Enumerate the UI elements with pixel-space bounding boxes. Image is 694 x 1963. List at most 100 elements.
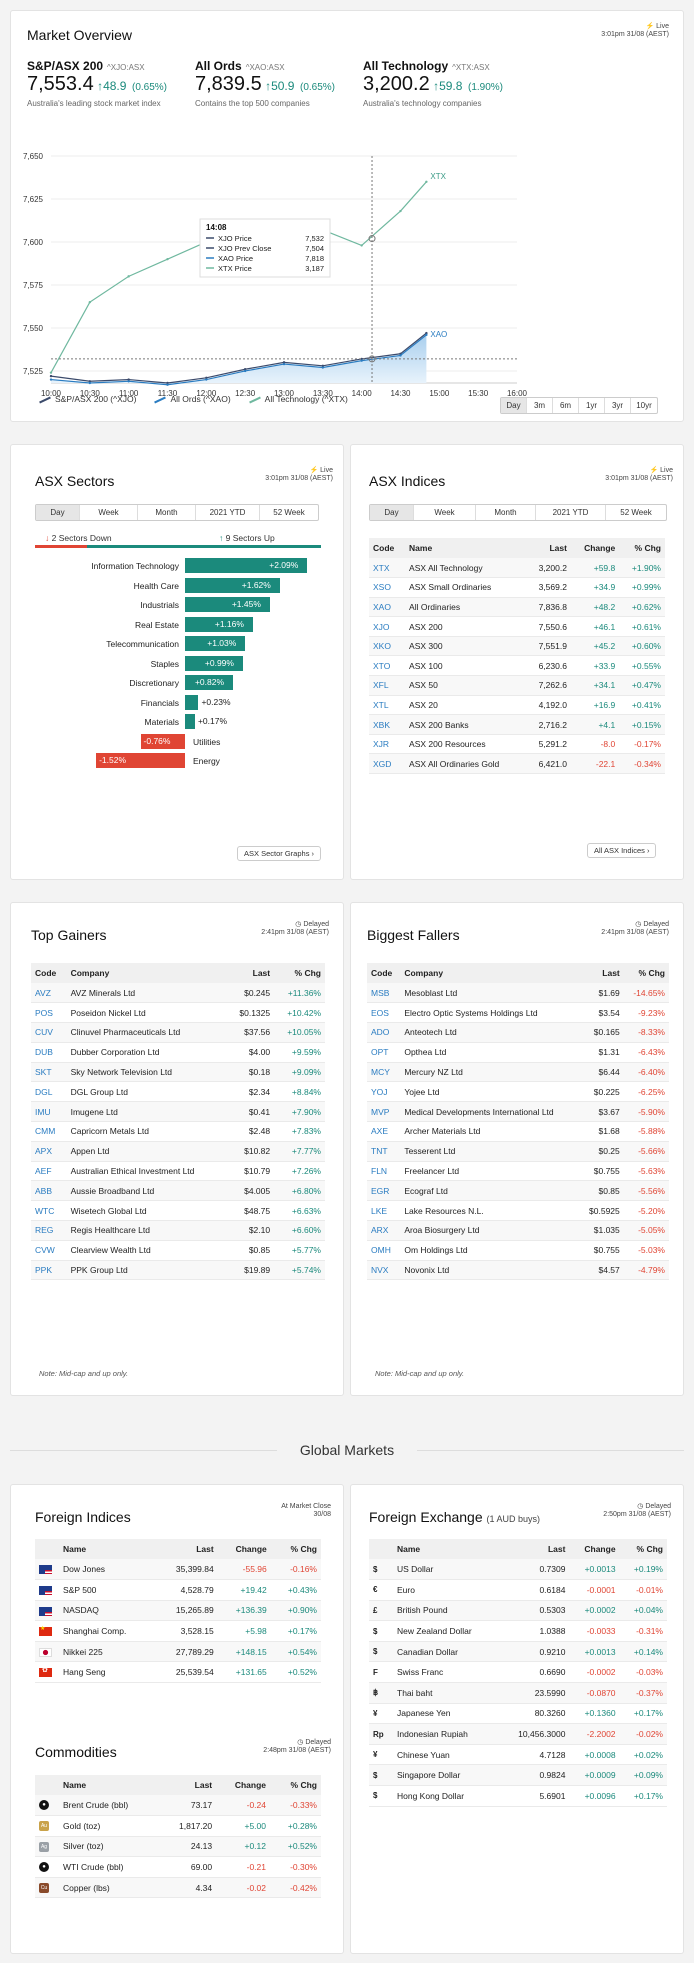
range-10yr[interactable]: 10yr xyxy=(631,398,657,413)
table-row[interactable]: ¥ Japanese Yen 80.3260 +0.1360 +0.17% xyxy=(369,1703,667,1725)
index-code[interactable]: XSO xyxy=(369,577,406,598)
column-header[interactable]: % Chg xyxy=(619,1539,667,1559)
range-day[interactable]: Day xyxy=(501,398,527,413)
column-header[interactable]: % Chg xyxy=(274,963,325,983)
table-row[interactable]: APX Appen Ltd $10.82 +7.77% xyxy=(31,1141,325,1162)
stock-code[interactable]: AEF xyxy=(31,1161,67,1182)
column-header[interactable]: Name xyxy=(393,1539,499,1559)
index-code[interactable]: XFL xyxy=(369,675,406,696)
table-row[interactable]: Dow Jones 35,399.84 -55.96 -0.16% xyxy=(35,1559,321,1581)
sector-row[interactable]: +1.16% Real Estate xyxy=(11,616,345,634)
sector-row[interactable]: -0.76% Utilities xyxy=(11,733,345,751)
table-row[interactable]: XGD ASX All Ordinaries Gold 6,421.0 -22.1 -0… xyxy=(369,753,665,775)
sector-row[interactable]: +0.82% Discretionary xyxy=(11,674,345,692)
table-row[interactable]: CUV Clinuvel Pharmaceuticals Ltd $37.56 +10… xyxy=(31,1022,325,1043)
index-code[interactable]: XBK xyxy=(369,714,406,735)
stock-code[interactable]: FLN xyxy=(367,1161,401,1182)
table-row[interactable]: DGL DGL Group Ltd $2.34 +8.84% xyxy=(31,1081,325,1103)
table-row[interactable]: XKO ASX 300 7,551.9 +45.2 +0.60% xyxy=(369,636,665,657)
tab-2021-ytd[interactable]: 2021 YTD xyxy=(536,505,606,520)
index-code[interactable]: XTX xyxy=(369,558,406,579)
range-selector[interactable]: Day 3m 6m 1yr 3yr 10yr xyxy=(500,397,658,414)
range-1yr[interactable]: 1yr xyxy=(579,398,605,413)
column-header[interactable]: Change xyxy=(569,1539,620,1559)
table-row[interactable]: ★ Shanghai Comp. 3,528.15 +5.98 +0.17% xyxy=(35,1620,321,1642)
table-row[interactable]: IMU Imugene Ltd $0.41 +7.90% xyxy=(31,1101,325,1123)
index-code[interactable]: XTL xyxy=(369,695,406,716)
legend-item[interactable]: All Ords (^XAO) xyxy=(154,394,231,404)
table-row[interactable]: SKT Sky Network Television Ltd $0.18 +9.09% xyxy=(31,1062,325,1083)
tab-day[interactable]: Day xyxy=(370,505,414,520)
asx-sector-graphs-button[interactable]: ASX Sector Graphs › xyxy=(237,846,322,861)
indices-period-tabs[interactable]: Day Week Month 2021 YTD 52 Week xyxy=(369,504,667,521)
stock-code[interactable]: REG xyxy=(31,1220,67,1241)
stock-code[interactable]: AXE xyxy=(367,1121,401,1142)
sector-row[interactable]: +1.62% Health Care xyxy=(11,577,345,595)
sector-row[interactable]: +1.45% Industrials xyxy=(11,596,345,614)
table-row[interactable]: OPT Opthea Ltd $1.31 -6.43% xyxy=(367,1042,669,1063)
stock-code[interactable]: MVP xyxy=(367,1101,401,1123)
table-row[interactable]: CVW Clearview Wealth Ltd $0.85 +5.77% xyxy=(31,1240,325,1261)
all-asx-indices-button[interactable]: All ASX Indices › xyxy=(587,843,657,858)
index-code[interactable]: XJO xyxy=(369,616,406,637)
stock-code[interactable]: TNT xyxy=(367,1141,401,1162)
table-row[interactable]: S&P 500 4,528.79 +19.42 +0.43% xyxy=(35,1579,321,1601)
table-row[interactable]: Rp Indonesian Rupiah 10,456.3000 -2.2002 -0.… xyxy=(369,1723,667,1745)
stock-code[interactable]: OPT xyxy=(367,1042,401,1063)
table-row[interactable]: ¥ Chinese Yuan 4.7128 +0.0008 +0.02% xyxy=(369,1744,667,1766)
sector-row[interactable]: +2.09% Information Technology xyxy=(11,557,345,575)
sectors-period-tabs[interactable]: Day Week Month 2021 YTD 52 Week xyxy=(35,504,319,521)
stock-code[interactable]: DGL xyxy=(31,1081,67,1103)
sector-row[interactable]: -1.52% Energy xyxy=(11,752,345,770)
table-row[interactable]: PPK PPK Group Ltd $19.89 +5.74% xyxy=(31,1260,325,1281)
table-row[interactable]: ฿ Thai baht 23.5990 -0.0870 -0.37% xyxy=(369,1682,667,1704)
table-row[interactable]: $ US Dollar 0.7309 +0.0013 +0.19% xyxy=(369,1559,667,1581)
table-row[interactable]: CMM Capricorn Metals Ltd $2.48 +7.83% xyxy=(31,1121,325,1142)
table-row[interactable]: ABB Aussie Broadband Ltd $4.005 +6.80% xyxy=(31,1180,325,1202)
index-code[interactable]: XAO xyxy=(369,597,406,618)
tab-month[interactable]: Month xyxy=(138,505,196,520)
tab-day[interactable]: Day xyxy=(36,505,80,520)
table-row[interactable]: Nikkei 225 27,789.29 +148.15 +0.54% xyxy=(35,1641,321,1663)
table-row[interactable]: XJO ASX 200 7,550.6 +46.1 +0.61% xyxy=(369,616,665,637)
table-row[interactable]: XTL ASX 20 4,192.0 +16.9 +0.41% xyxy=(369,695,665,716)
table-row[interactable]: ARX Aroa Biosurgery Ltd $1.035 -5.05% xyxy=(367,1220,669,1241)
table-row[interactable]: NVX Novonix Ltd $4.57 -4.79% xyxy=(367,1260,669,1281)
table-row[interactable]: ADO Anteotech Ltd $0.165 -8.33% xyxy=(367,1022,669,1043)
column-header[interactable]: Change xyxy=(216,1775,270,1795)
stock-code[interactable]: CMM xyxy=(31,1121,67,1142)
index-code[interactable]: XGD xyxy=(369,753,406,775)
column-header[interactable]: Change xyxy=(217,1539,271,1559)
stock-code[interactable]: ABB xyxy=(31,1180,67,1202)
legend-item[interactable]: All Technology (^XTX) xyxy=(248,394,348,404)
stock-code[interactable]: ARX xyxy=(367,1220,401,1241)
stock-code[interactable]: WTC xyxy=(31,1200,67,1222)
stock-code[interactable]: NVX xyxy=(367,1260,401,1281)
table-row[interactable]: XAO All Ordinaries 7,836.8 +48.2 +0.62% xyxy=(369,597,665,618)
table-row[interactable]: AEF Australian Ethical Investment Ltd $10.… xyxy=(31,1161,325,1182)
table-row[interactable]: Cu Copper (lbs) 4.34 -0.02 -0.42% xyxy=(35,1877,321,1899)
stock-code[interactable]: EGR xyxy=(367,1180,401,1202)
table-row[interactable]: TNT Tesserent Ltd $0.25 -5.66% xyxy=(367,1141,669,1162)
table-row[interactable]: NASDAQ 15,265.89 +136.39 +0.90% xyxy=(35,1600,321,1622)
tab-52-week[interactable]: 52 Week xyxy=(260,505,318,520)
tab-month[interactable]: Month xyxy=(476,505,536,520)
column-header[interactable]: Code xyxy=(369,538,406,558)
table-row[interactable]: OMH Om Holdings Ltd $0.755 -5.03% xyxy=(367,1240,669,1261)
column-header[interactable]: Last xyxy=(159,1775,217,1795)
column-header[interactable]: Last xyxy=(498,1539,570,1559)
tab-week[interactable]: Week xyxy=(80,505,138,520)
stock-code[interactable]: YOJ xyxy=(367,1081,401,1103)
table-row[interactable]: F Swiss Franc 0.6690 -0.0002 -0.03% xyxy=(369,1661,667,1684)
column-header[interactable]: Company xyxy=(66,963,227,983)
table-row[interactable]: XJR ASX 200 Resources 5,291.2 -8.0 -0.17% xyxy=(369,734,665,755)
index-name[interactable]: S&P/ASX 200 ^XJO:ASX xyxy=(27,59,145,73)
table-row[interactable]: € Euro 0.6184 -0.0001 -0.01% xyxy=(369,1579,667,1601)
table-row[interactable]: ✿ Hang Seng 25,539.54 +131.65 +0.52% xyxy=(35,1661,321,1684)
stock-code[interactable]: APX xyxy=(31,1141,67,1162)
sector-row[interactable]: +0.17% Materials xyxy=(11,713,345,731)
stock-code[interactable]: MCY xyxy=(367,1062,401,1083)
column-header[interactable]: % Chg xyxy=(619,538,665,558)
index-code[interactable]: XKO xyxy=(369,636,406,657)
tab-52-week[interactable]: 52 Week xyxy=(606,505,666,520)
